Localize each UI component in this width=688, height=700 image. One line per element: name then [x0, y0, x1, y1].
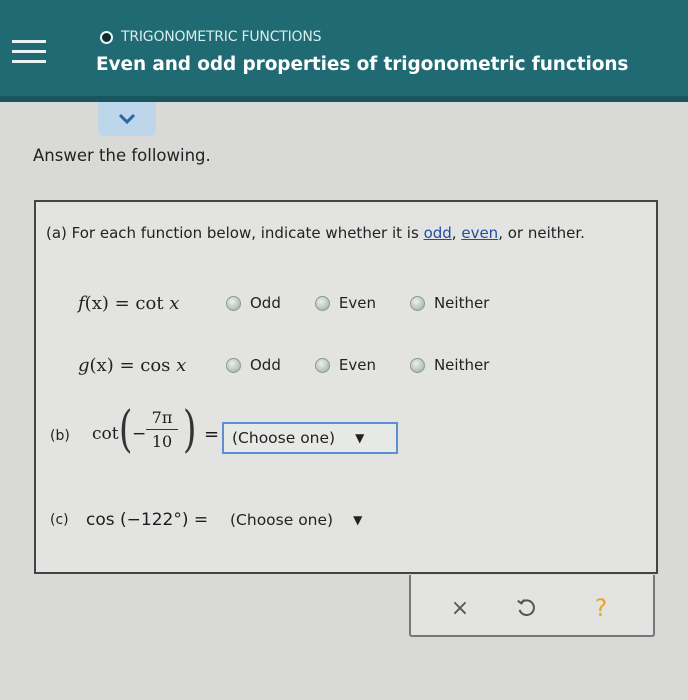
f-even-option[interactable]: Even	[314, 294, 376, 312]
part-b-select[interactable]: (Choose one) ▼	[222, 422, 398, 454]
part-c-select[interactable]: (Choose one) ▼	[222, 504, 398, 536]
right-paren: )	[182, 400, 197, 458]
numerator: 7π	[146, 408, 178, 430]
action-bar: × ?	[409, 575, 655, 637]
hamburger-menu-icon[interactable]	[12, 40, 48, 70]
minus-sign: −	[132, 424, 147, 444]
equals-sign: =	[204, 424, 220, 445]
radio-button[interactable]	[409, 295, 425, 311]
topic-label: TRIGONOMETRIC FUNCTIONS	[121, 29, 322, 45]
radio-button[interactable]	[409, 357, 425, 373]
cot-function: cot	[92, 424, 119, 444]
undo-icon	[517, 599, 535, 617]
circle-dot-icon	[100, 30, 113, 44]
g-neither-option[interactable]: Neither	[409, 356, 489, 374]
radio-button[interactable]	[314, 357, 330, 373]
radio-button[interactable]	[226, 357, 241, 373]
expand-toggle[interactable]	[98, 102, 156, 136]
g-even-option[interactable]: Even	[314, 356, 376, 374]
function-g: g(x) = cos x	[78, 354, 187, 376]
clear-button[interactable]: ×	[445, 593, 475, 623]
radio-button[interactable]	[226, 295, 241, 311]
function-row-f: f(x) = cot x Odd Even Neither	[46, 288, 646, 318]
chevron-down-icon	[118, 113, 136, 125]
f-odd-option[interactable]: Odd	[226, 294, 281, 312]
topic-heading: TRIGONOMETRIC FUNCTIONS	[100, 29, 322, 45]
part-b-label: (b)	[50, 428, 70, 444]
denominator: 10	[151, 432, 173, 451]
lesson-title: Even and odd properties of trigonometric…	[96, 54, 629, 75]
function-row-g: g(x) = cos x Odd Even Neither	[46, 350, 646, 380]
undo-button[interactable]	[511, 593, 541, 623]
g-odd-option[interactable]: Odd	[226, 356, 281, 374]
help-button[interactable]: ?	[586, 593, 616, 623]
part-c: (c) cos (−122°) = (Choose one) ▼	[46, 508, 646, 538]
part-b: (b) cot ( − 7π 10 ) = (Choose one) ▼	[46, 400, 646, 476]
odd-link[interactable]: odd	[424, 224, 452, 242]
dropdown-arrow-icon: ▼	[355, 431, 365, 445]
function-f: f(x) = cot x	[78, 292, 180, 314]
dropdown-arrow-icon: ▼	[353, 513, 363, 527]
left-paren: (	[118, 400, 133, 458]
question-panel: (a) For each function below, indicate wh…	[34, 200, 658, 574]
fraction: 7π 10	[146, 408, 178, 451]
part-c-label: (c)	[50, 512, 69, 528]
radio-button[interactable]	[314, 295, 330, 311]
even-link[interactable]: even	[461, 224, 498, 242]
part-a-instruction: (a) For each function below, indicate wh…	[46, 224, 585, 242]
prompt-text: Answer the following.	[33, 146, 211, 165]
header-bar: TRIGONOMETRIC FUNCTIONS Even and odd pro…	[0, 0, 688, 102]
f-neither-option[interactable]: Neither	[409, 294, 489, 312]
part-c-expression: cos (−122°) =	[86, 510, 209, 530]
